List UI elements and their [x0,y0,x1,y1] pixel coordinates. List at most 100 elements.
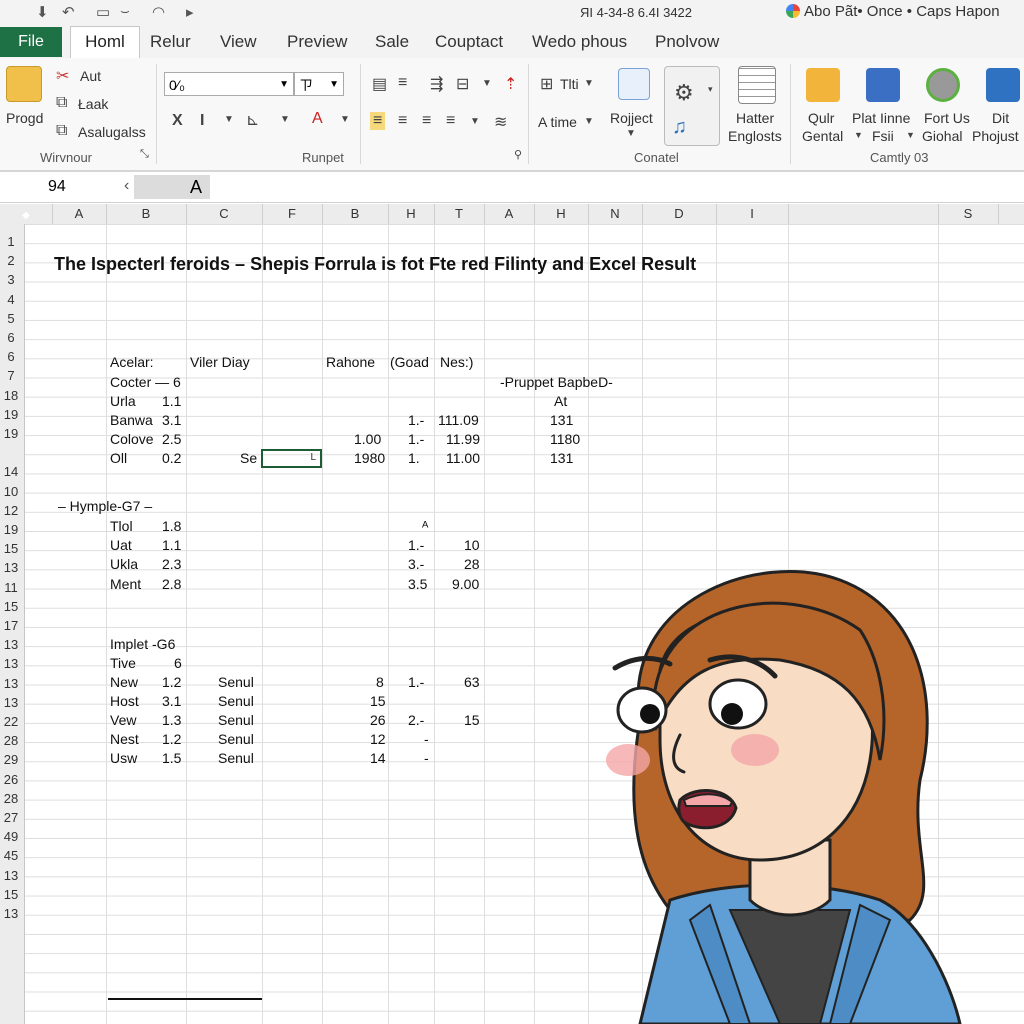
data-cell[interactable]: Oll [110,450,127,466]
data-cell[interactable]: Senul [218,693,254,709]
account-area[interactable]: Abo Pãt• Once • Caps Hapon [786,3,1000,20]
excel-app-icon[interactable]: ⬇ [36,3,49,21]
tab-home[interactable]: Homl [70,26,140,59]
data-cell[interactable]: 6 [174,655,182,671]
italic-icon[interactable]: I [200,112,204,130]
tab-sale[interactable]: Sale [375,32,409,52]
row-header[interactable]: 26 [0,770,22,789]
row-header[interactable]: 13 [0,654,22,673]
dit-label[interactable]: Dit [992,110,1009,126]
tab-preview[interactable]: Preview [287,32,347,52]
englosts-label[interactable]: Englosts [728,128,782,144]
row-header[interactable]: 4 [0,290,22,309]
briefcase-icon[interactable] [866,68,900,102]
data-cell[interactable]: 2.8 [162,576,181,592]
data-cell[interactable]: ᴬ [422,518,428,534]
redo-icon[interactable]: ⌣ [120,3,130,20]
column-header[interactable]: I [716,204,789,224]
row-header[interactable]: 19 [0,424,22,443]
tab-view[interactable]: View [220,32,257,52]
data-cell[interactable]: Uat [110,537,132,553]
data-cell[interactable]: Usw [110,750,137,766]
sheet-title[interactable]: The Ispecterl feroids – Shepis Forrula i… [54,254,696,275]
folder-icon[interactable] [806,68,840,102]
data-cell[interactable]: At [554,393,567,409]
font-size-box[interactable]: ㄗ ▼ [294,72,344,96]
touch-mode-icon[interactable]: ◠ [152,3,165,21]
copy-label[interactable]: Łaak [78,96,108,112]
row-header[interactable] [0,443,22,462]
row-header[interactable]: 45 [0,846,22,865]
column-header[interactable]: C [186,204,263,224]
row-header[interactable]: 13 [0,635,22,654]
data-cell[interactable]: 9.00 [452,576,479,592]
data-cell[interactable]: 10 [464,537,480,553]
data-cell[interactable]: Urla [110,393,136,409]
column-header[interactable]: T [434,204,485,224]
row-header[interactable]: 27 [0,808,22,827]
fort-us-label[interactable]: Fort Us [924,110,970,126]
font-color-icon[interactable]: A [312,110,323,128]
row-header[interactable]: 10 [0,482,22,501]
fsii-label[interactable]: Fsii [872,128,894,144]
chevron-down-icon[interactable]: ▼ [906,130,915,140]
data-cell[interactable]: Vew [110,712,136,728]
data-cell[interactable]: 1.00 [354,431,381,447]
clipboard-launcher-icon[interactable]: ⤡ [140,148,149,161]
cut-label[interactable]: Aut [80,68,101,84]
column-header[interactable]: H [534,204,589,224]
gallery-more-icon[interactable]: ▾ [708,84,713,95]
data-cell[interactable]: 3.1 [162,693,181,709]
align-left-icon[interactable]: ≡ [370,112,386,130]
tab-couptact[interactable]: Couptact [435,32,503,52]
data-cell[interactable]: Senul [218,712,254,728]
data-cell[interactable]: 131 [550,412,573,428]
align-top-icon[interactable]: ≡ [398,74,407,92]
row-header[interactable]: 6 [0,328,22,347]
data-cell[interactable]: 1.- [408,537,424,553]
indent-icon[interactable]: ⇶ [430,74,443,94]
data-cell[interactable]: 1.- [408,412,424,428]
data-cell[interactable]: 1. [408,450,420,466]
row-header[interactable]: 29 [0,750,22,769]
data-cell[interactable]: 1.- [408,674,424,690]
data-cell[interactable]: - [424,750,429,766]
row-header[interactable]: 1 [0,232,22,251]
group-heading[interactable]: Implet -G6 [110,636,175,652]
plat-iinne-label[interactable]: Plat Iinne [852,110,910,126]
data-cell[interactable]: 8 [376,674,384,690]
select-all-corner[interactable]: ◆ [0,204,53,224]
data-cell[interactable]: - [424,731,429,747]
row-header[interactable]: 19 [0,520,22,539]
formula-input[interactable]: A [134,175,210,199]
row-header[interactable]: 3 [0,270,22,289]
align-right-icon[interactable]: ≡ [422,112,431,130]
data-cell[interactable]: 3.- [408,556,424,572]
row-header[interactable]: 19 [0,405,22,424]
data-cell[interactable]: 2.3 [162,556,181,572]
paste-icon[interactable] [6,66,42,102]
project-label[interactable]: Rojject [610,110,653,126]
header-cell[interactable]: (Goad [390,354,429,370]
data-cell[interactable]: 11.99 [446,431,480,447]
chevron-down-icon[interactable]: ▼ [482,78,492,89]
column-header[interactable]: S [938,204,999,224]
data-cell[interactable]: 1.1 [162,537,181,553]
row-header[interactable]: 15 [0,885,22,904]
name-box[interactable]: 94 [0,172,130,202]
chevron-down-icon[interactable]: ▼ [584,116,594,127]
row-header[interactable]: 13 [0,904,22,923]
row-header[interactable]: 15 [0,539,22,558]
data-cell[interactable]: 1.1 [162,393,181,409]
data-cell[interactable]: 15 [370,693,386,709]
number-format-label[interactable]: Tlti [560,76,579,92]
data-cell[interactable]: New [110,674,138,690]
row-header[interactable]: 18 [0,386,22,405]
data-cell[interactable]: Senul [218,731,254,747]
save-icon[interactable]: ▭ [96,3,110,21]
time-format-label[interactable]: A time [538,114,577,130]
data-cell[interactable]: Ukla [110,556,138,572]
column-header[interactable]: F [262,204,323,224]
chevron-down-icon[interactable]: ▼ [224,114,234,125]
data-cell[interactable]: Colove [110,431,154,447]
